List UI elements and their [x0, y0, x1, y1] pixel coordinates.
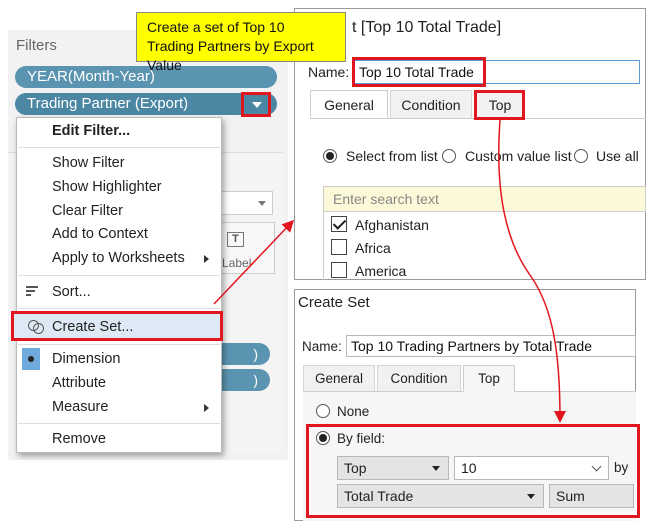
- menu-divider: [18, 344, 220, 345]
- set-name-value: Top 10 Total Trade: [359, 64, 474, 80]
- radio-select-from-list-label: Select from list: [346, 148, 438, 164]
- chevron-down-icon: [591, 461, 602, 472]
- mark-type-select[interactable]: [220, 191, 273, 215]
- member-label: Africa: [355, 240, 391, 256]
- tab-condition[interactable]: Condition: [390, 90, 472, 118]
- marks-pill-partial[interactable]: ): [222, 369, 270, 391]
- top-bottom-value: Top: [344, 460, 367, 476]
- instruction-callout: Create a set of Top 10 Trading Partners …: [136, 12, 346, 73]
- chevron-down-icon: [527, 494, 535, 499]
- member-checkbox[interactable]: [331, 262, 347, 278]
- top-count-combobox[interactable]: 10: [454, 456, 609, 480]
- menu-item-measure[interactable]: Measure: [52, 399, 108, 415]
- radio-select-from-list[interactable]: [323, 149, 337, 163]
- tab-condition[interactable]: Condition: [377, 365, 461, 391]
- filter-pill-year[interactable]: YEAR(Month-Year): [15, 66, 277, 88]
- menu-item-attribute[interactable]: Attribute: [52, 375, 106, 391]
- tab-general[interactable]: General: [310, 90, 388, 118]
- menu-item-create-set[interactable]: Create Set...: [52, 319, 133, 335]
- radio-none[interactable]: [316, 404, 330, 418]
- menu-item-show-highlighter[interactable]: Show Highlighter: [52, 179, 162, 195]
- menu-divider: [18, 308, 220, 309]
- name-label: Name:: [302, 339, 342, 354]
- text-t-icon: T: [227, 232, 244, 247]
- submenu-arrow-icon: [204, 255, 209, 263]
- menu-item-remove[interactable]: Remove: [52, 431, 106, 447]
- radio-none-label: None: [337, 404, 370, 419]
- field-select[interactable]: Total Trade: [337, 484, 544, 508]
- member-label: America: [355, 263, 407, 279]
- create-set-name-value: Top 10 Trading Partners by Total Trade: [351, 338, 592, 354]
- sort-icon: [26, 286, 38, 298]
- menu-item-clear-filter[interactable]: Clear Filter: [52, 203, 123, 219]
- selected-bullet-icon: [22, 348, 40, 370]
- top-tab-highlight: [474, 90, 525, 120]
- menu-divider: [18, 147, 220, 148]
- top-count-value: 10: [461, 460, 477, 476]
- create-set-dialog-title: Create Set: [298, 294, 370, 311]
- menu-item-apply-to-worksheets[interactable]: Apply to Worksheets: [52, 250, 185, 266]
- pill-context-menu: Edit Filter... Show Filter Show Highligh…: [11, 117, 223, 453]
- tab-general[interactable]: General: [303, 365, 375, 391]
- radio-by-field[interactable]: [316, 431, 330, 445]
- tab-top[interactable]: Top: [463, 365, 515, 392]
- menu-divider: [18, 423, 220, 424]
- menu-divider: [18, 275, 220, 276]
- member-label: Afghanistan: [355, 217, 429, 233]
- menu-item-edit-filter[interactable]: Edit Filter...: [52, 123, 130, 139]
- menu-item-sort[interactable]: Sort...: [52, 284, 91, 300]
- menu-item-create-set-highlight[interactable]: Create Set...: [11, 311, 223, 341]
- field-value: Total Trade: [344, 488, 414, 504]
- label-mark-text: Label: [222, 256, 252, 270]
- create-set-tabs: General Condition Top: [303, 365, 636, 392]
- aggregation-select[interactable]: Sum: [549, 484, 634, 508]
- aggregation-value: Sum: [556, 488, 585, 504]
- menu-item-show-filter[interactable]: Show Filter: [52, 155, 125, 171]
- radio-by-field-label: By field:: [337, 431, 386, 446]
- member-checkbox[interactable]: [331, 216, 347, 232]
- member-checkbox[interactable]: [331, 239, 347, 255]
- submenu-arrow-icon: [204, 404, 209, 412]
- pill-dropdown-arrow-icon[interactable]: [241, 92, 271, 117]
- radio-custom-value-list-label: Custom value list: [465, 148, 572, 164]
- by-label: by: [614, 460, 629, 475]
- search-placeholder: Enter search text: [333, 191, 439, 207]
- menu-item-add-to-context[interactable]: Add to Context: [52, 226, 148, 242]
- menu-item-dimension-row[interactable]: Dimension: [18, 348, 221, 371]
- filters-title: Filters: [16, 37, 57, 54]
- menu-item-dimension[interactable]: Dimension: [52, 351, 121, 367]
- top-bottom-select[interactable]: Top: [337, 456, 449, 480]
- radio-use-all[interactable]: [574, 149, 588, 163]
- filter-pill-trading-partner[interactable]: Trading Partner (Export): [15, 93, 277, 115]
- edit-set-dialog-title: t [Top 10 Total Trade]: [352, 19, 502, 36]
- create-set-icon: [28, 320, 44, 334]
- chevron-down-icon: [432, 466, 440, 471]
- marks-pill-partial[interactable]: ): [222, 343, 270, 365]
- radio-custom-value-list[interactable]: [442, 149, 456, 163]
- radio-use-all-label: Use all: [596, 148, 639, 164]
- name-label: Name:: [308, 64, 350, 80]
